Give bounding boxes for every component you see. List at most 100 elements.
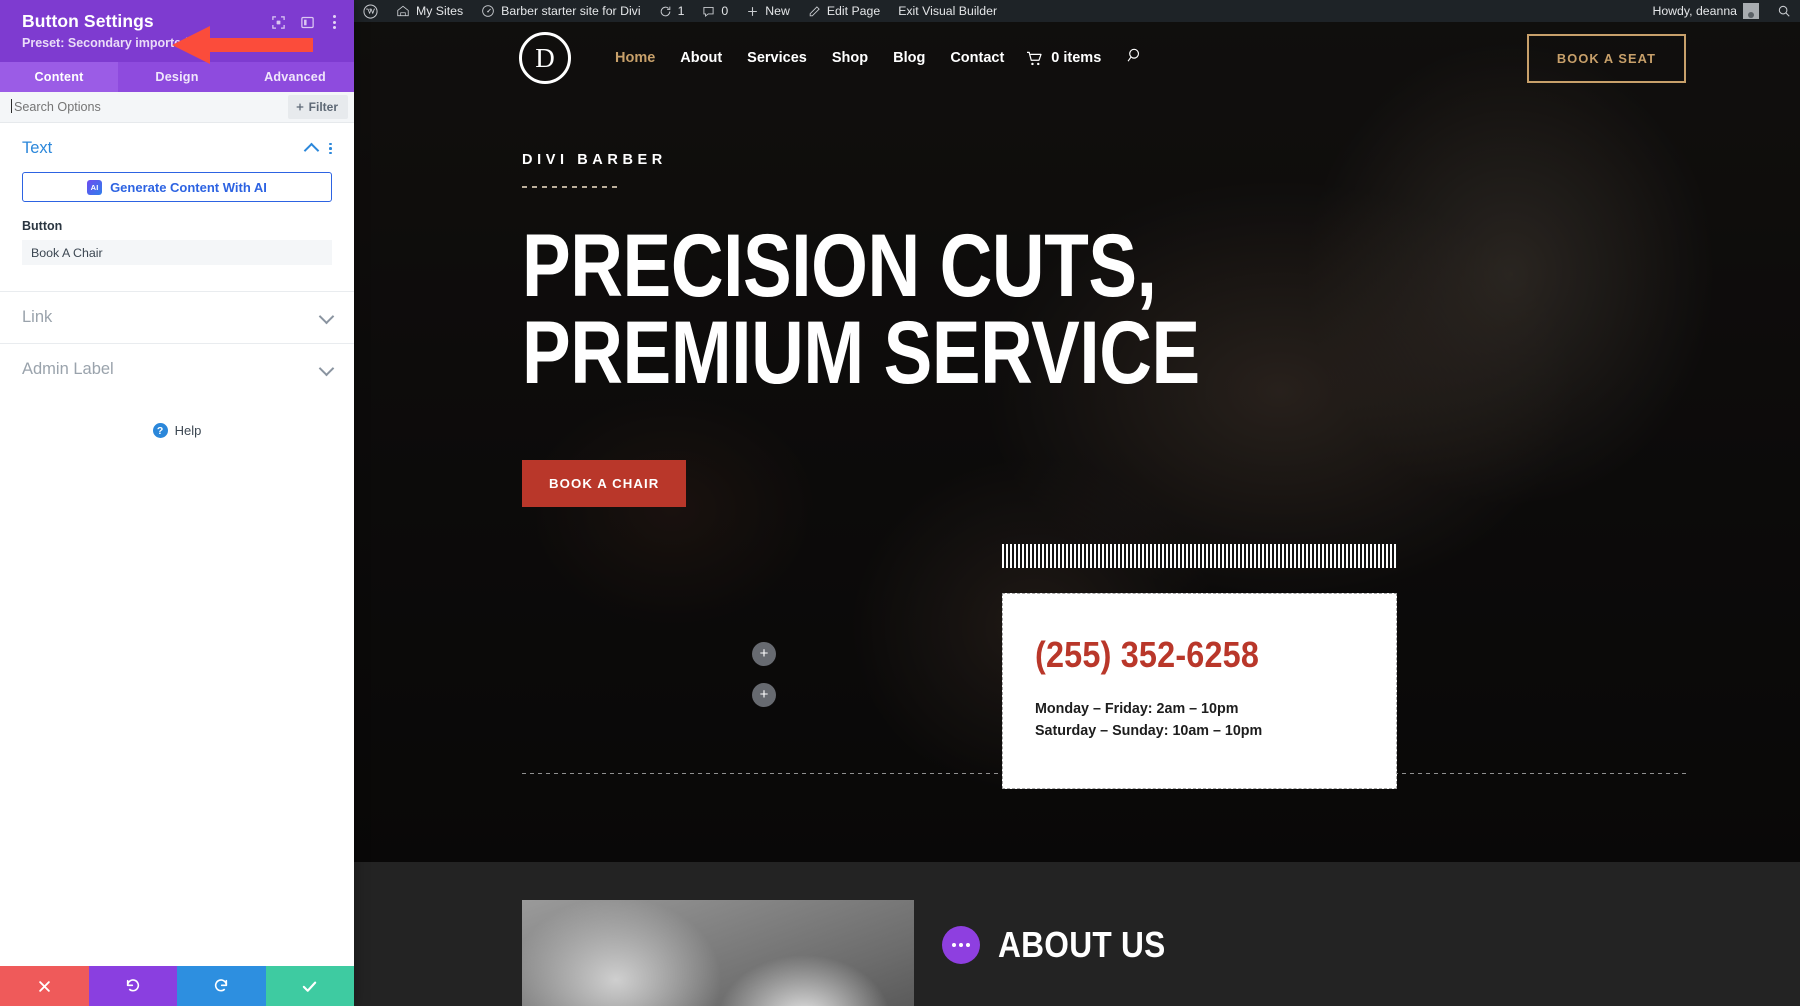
new-content-button[interactable]: New xyxy=(737,0,799,22)
responsive-view-icon[interactable] xyxy=(271,15,286,30)
tab-advanced[interactable]: Advanced xyxy=(236,62,354,92)
button-settings-panel: Button Settings Preset: Secondary import… xyxy=(0,0,354,1006)
tab-design[interactable]: Design xyxy=(118,62,236,92)
chevron-down-icon[interactable] xyxy=(318,308,335,325)
howdy-user-menu[interactable]: Howdy, deanna xyxy=(1643,0,1768,22)
cancel-button[interactable] xyxy=(0,966,89,1006)
business-hours: Monday – Friday: 2am – 10pm Saturday – S… xyxy=(1035,698,1364,742)
add-row-button[interactable]: + xyxy=(752,642,776,666)
my-sites-label: My Sites xyxy=(416,4,464,18)
nav-item-about[interactable]: About xyxy=(680,50,722,66)
help-link[interactable]: ? Help xyxy=(0,423,354,438)
search-input-wrapper xyxy=(11,98,288,116)
contact-info-card: (255) 352-6258 Monday – Friday: 2am – 10… xyxy=(1002,593,1397,789)
add-module-button[interactable]: + xyxy=(752,683,776,707)
updates-count: 1 xyxy=(677,4,685,18)
chevron-down-icon[interactable] xyxy=(318,360,335,377)
header-cta-button[interactable]: BOOK A SEAT xyxy=(1526,33,1686,83)
plus-icon xyxy=(296,103,303,111)
hero-title: PRECISION CUTS, PREMIUM SERVICE xyxy=(522,215,1200,403)
plus-icon xyxy=(748,6,758,16)
about-section: ABOUT US xyxy=(354,862,1800,1006)
exit-visual-builder-button[interactable]: Exit Visual Builder xyxy=(889,0,1006,22)
site-name-label: Barber starter site for Divi xyxy=(501,4,641,18)
wordpress-admin-bar: My Sites Barber starter site for Divi 1 … xyxy=(354,0,1800,22)
hero-eyebrow: DIVI BARBER xyxy=(522,152,667,168)
dashboard-icon xyxy=(482,5,494,17)
site-logo[interactable]: D xyxy=(519,32,571,84)
filter-label: Filter xyxy=(308,100,338,114)
edit-page-button[interactable]: Edit Page xyxy=(799,0,889,22)
visual-builder-canvas: D Home About Services Shop Blog Contact … xyxy=(354,22,1800,1006)
howdy-label: Howdy, deanna xyxy=(1652,4,1737,18)
generate-ai-label: Generate Content With AI xyxy=(110,179,267,195)
nav-item-contact[interactable]: Contact xyxy=(950,50,1004,66)
redo-button[interactable] xyxy=(177,966,266,1006)
site-name-menu[interactable]: Barber starter site for Divi xyxy=(472,0,649,22)
site-search-button[interactable] xyxy=(1127,47,1144,69)
hero-divider xyxy=(522,186,618,188)
tab-content[interactable]: Content xyxy=(0,62,118,92)
button-text-input[interactable]: Book A Chair xyxy=(22,240,332,265)
filter-button[interactable]: Filter xyxy=(287,95,348,119)
hours-weekday: Monday – Friday: 2am – 10pm xyxy=(1035,701,1239,717)
exit-visual-builder-label: Exit Visual Builder xyxy=(898,4,998,18)
text-caret xyxy=(11,99,12,113)
builder-add-controls: + + xyxy=(752,642,776,707)
comments-button[interactable]: 0 xyxy=(693,0,737,22)
nav-item-blog[interactable]: Blog xyxy=(893,50,925,66)
hero-cta-button[interactable]: BOOK A CHAIR xyxy=(522,460,687,508)
nav-item-home[interactable]: Home xyxy=(615,50,655,66)
hero-info-block: (255) 352-6258 Monday – Friday: 2am – 10… xyxy=(1002,544,1397,789)
search-input[interactable] xyxy=(14,100,288,114)
section-admin-label[interactable]: Admin Label xyxy=(0,343,354,395)
button-field-label: Button xyxy=(22,219,63,233)
more-options-icon[interactable] xyxy=(329,13,340,31)
section-text-header[interactable]: Text xyxy=(22,139,332,159)
edit-page-label: Edit Page xyxy=(826,4,881,18)
close-icon xyxy=(38,980,50,992)
cart-count-label: 0 items xyxy=(1051,50,1102,66)
barcode-graphic xyxy=(1002,544,1397,568)
updates-refresh-icon xyxy=(660,6,670,16)
undo-button[interactable] xyxy=(88,966,177,1006)
panel-body: Text AI Generate Content With AI Button … xyxy=(0,123,354,966)
primary-menu: Home About Services Shop Blog Contact xyxy=(615,50,1004,66)
section-more-options-icon[interactable] xyxy=(329,142,332,155)
about-image xyxy=(522,900,914,1006)
section-text-title: Text xyxy=(22,139,53,157)
section-text: Text AI Generate Content With AI Button … xyxy=(0,123,354,269)
my-sites-menu[interactable]: My Sites xyxy=(387,0,472,22)
search-icon xyxy=(1778,5,1790,17)
undo-icon xyxy=(126,979,139,992)
search-icon xyxy=(1127,48,1140,62)
panel-header: Button Settings Preset: Secondary import… xyxy=(0,0,354,64)
hours-weekend: Saturday – Sunday: 10am – 10pm xyxy=(1035,723,1263,739)
section-link[interactable]: Link xyxy=(0,291,354,343)
updates-button[interactable]: 1 xyxy=(650,0,694,22)
panel-preset-label[interactable]: Preset: Secondary imported xyxy=(22,36,189,51)
avatar xyxy=(1743,3,1759,19)
phone-number[interactable]: (255) 352-6258 xyxy=(1035,634,1331,676)
comment-bubble-icon xyxy=(703,6,714,17)
admin-search-button[interactable] xyxy=(1768,0,1800,22)
wp-logo-button[interactable] xyxy=(354,0,387,22)
shopping-cart-icon xyxy=(1027,51,1042,65)
help-question-icon: ? xyxy=(152,423,168,438)
comments-count: 0 xyxy=(721,4,729,18)
ai-badge-icon: AI xyxy=(87,179,103,195)
site-header-nav: D Home About Services Shop Blog Contact … xyxy=(354,22,1800,94)
generate-content-with-ai-button[interactable]: AI Generate Content With AI xyxy=(22,172,332,202)
panel-layout-icon[interactable] xyxy=(300,15,315,30)
module-options-button[interactable] xyxy=(942,926,980,964)
nav-item-services[interactable]: Services xyxy=(747,50,807,66)
hero-content: DIVI BARBER PRECISION CUTS, PREMIUM SERV… xyxy=(522,152,1622,508)
cart-button[interactable]: 0 items xyxy=(1026,50,1101,66)
section-admin-label-title: Admin Label xyxy=(22,360,114,378)
panel-header-icons xyxy=(271,13,340,31)
section-link-title: Link xyxy=(22,308,53,326)
save-button[interactable] xyxy=(265,966,354,1006)
chevron-up-icon[interactable] xyxy=(304,142,320,159)
nav-item-shop[interactable]: Shop xyxy=(832,50,868,66)
